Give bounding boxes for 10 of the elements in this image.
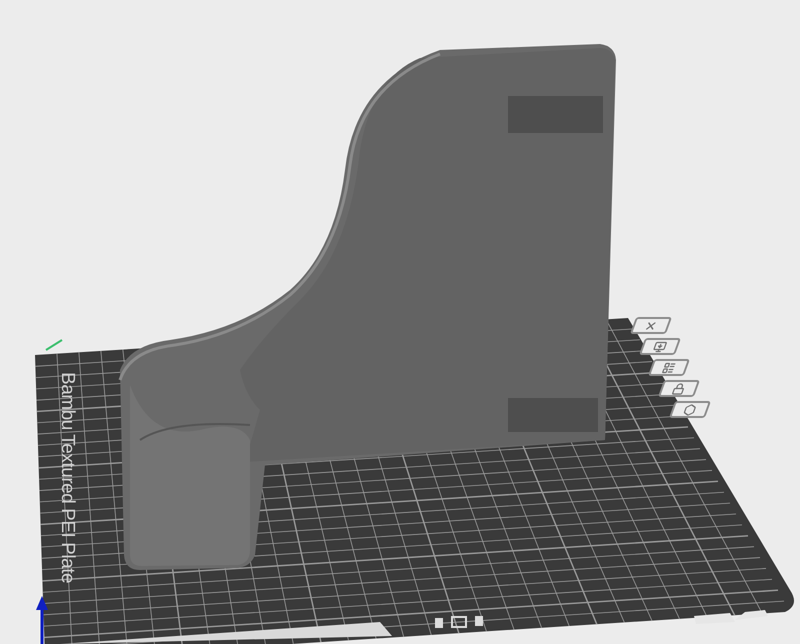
z-axis-arrow (36, 596, 48, 644)
layout-button[interactable] (648, 359, 690, 376)
hexagon-icon (682, 404, 698, 416)
plate-settings-button[interactable] (668, 401, 712, 418)
lock-button[interactable] (658, 380, 700, 397)
arrange-button[interactable] (638, 338, 682, 355)
monitor-icon (652, 340, 668, 352)
list-icon (660, 362, 678, 374)
close-plate-button[interactable] (630, 317, 672, 334)
plate-label: Bambu Textured PEI Plate (58, 372, 77, 584)
